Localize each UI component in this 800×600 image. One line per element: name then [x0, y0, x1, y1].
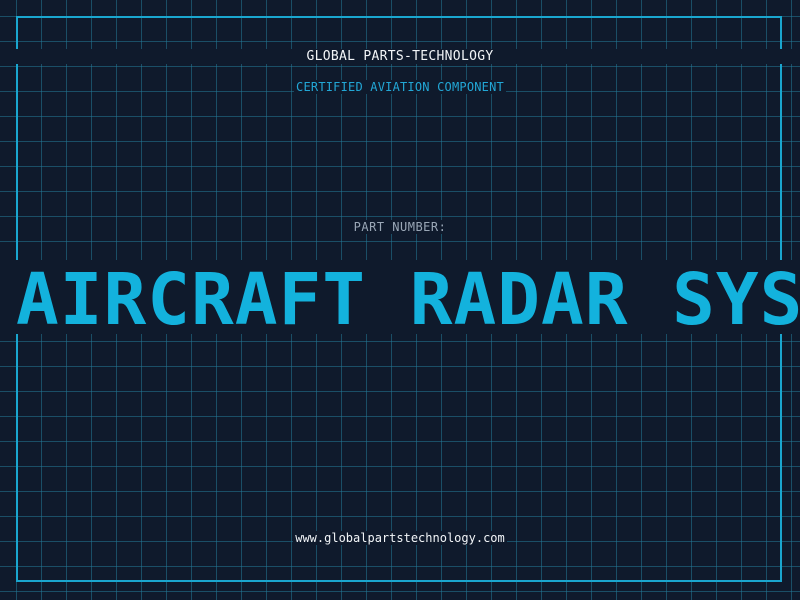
part-name-band: AIRCRAFT RADAR SYS [0, 260, 800, 334]
certificate-canvas: GLOBAL PARTS-TECHNOLOGY CERTIFIED AVIATI… [0, 0, 800, 600]
website-url: www.globalpartstechnology.com [0, 531, 800, 545]
website-url-text: www.globalpartstechnology.com [293, 531, 507, 545]
part-name: AIRCRAFT RADAR SYS [16, 260, 800, 334]
company-name-text: GLOBAL PARTS-TECHNOLOGY [304, 49, 496, 64]
certification-subtitle: CERTIFIED AVIATION COMPONENT [0, 80, 800, 94]
part-number-label: PART NUMBER: [0, 220, 800, 234]
company-name: GLOBAL PARTS-TECHNOLOGY [0, 49, 800, 64]
certification-subtitle-text: CERTIFIED AVIATION COMPONENT [294, 80, 506, 94]
part-number-label-text: PART NUMBER: [351, 220, 449, 234]
